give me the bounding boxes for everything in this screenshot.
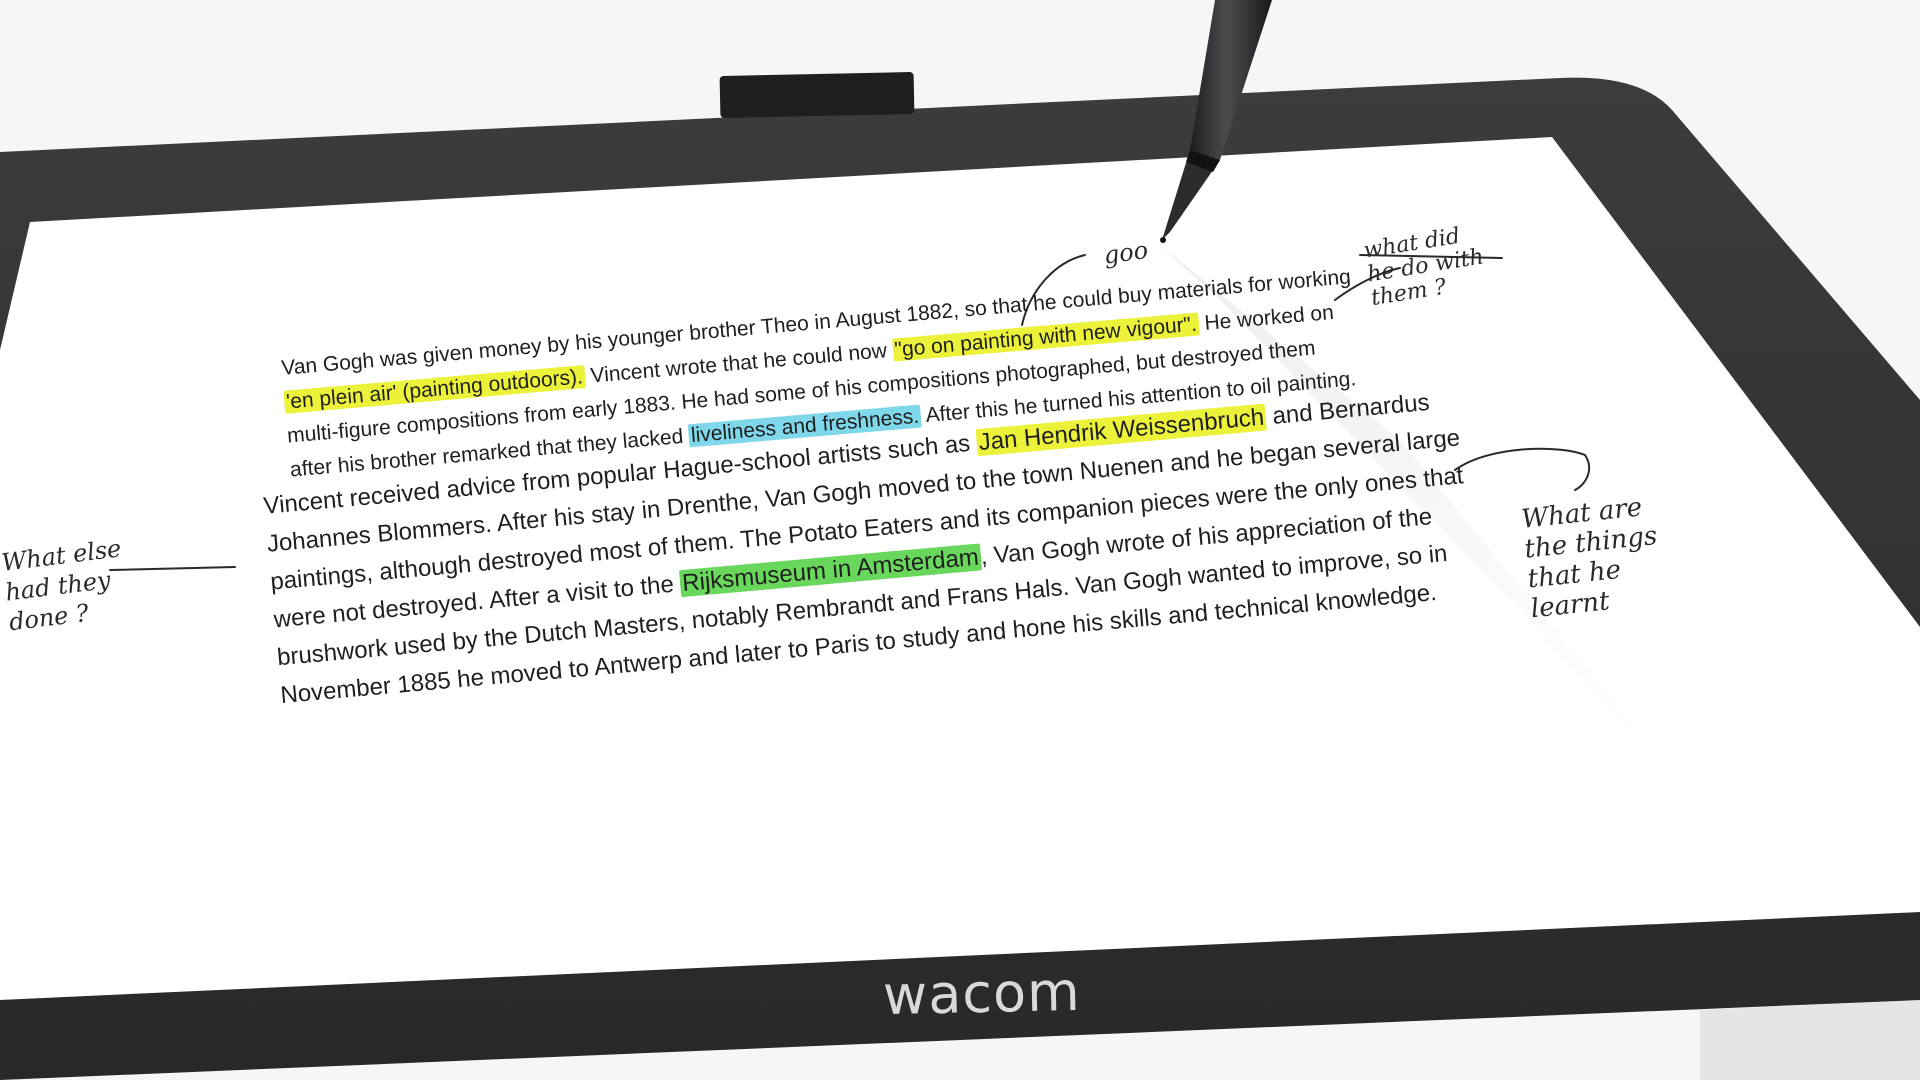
left-handwritten-note: What else had they done ?	[0, 534, 123, 637]
document-view: Van Gogh was given money by his younger …	[0, 0, 1920, 1080]
top-right-handwritten-note: what did he do with them ?	[1361, 223, 1486, 312]
wacom-logo: wacom	[882, 959, 1082, 1028]
right-handwritten-note: What are the things that he learnt	[1520, 492, 1659, 625]
pen-note: goo	[1102, 235, 1150, 270]
